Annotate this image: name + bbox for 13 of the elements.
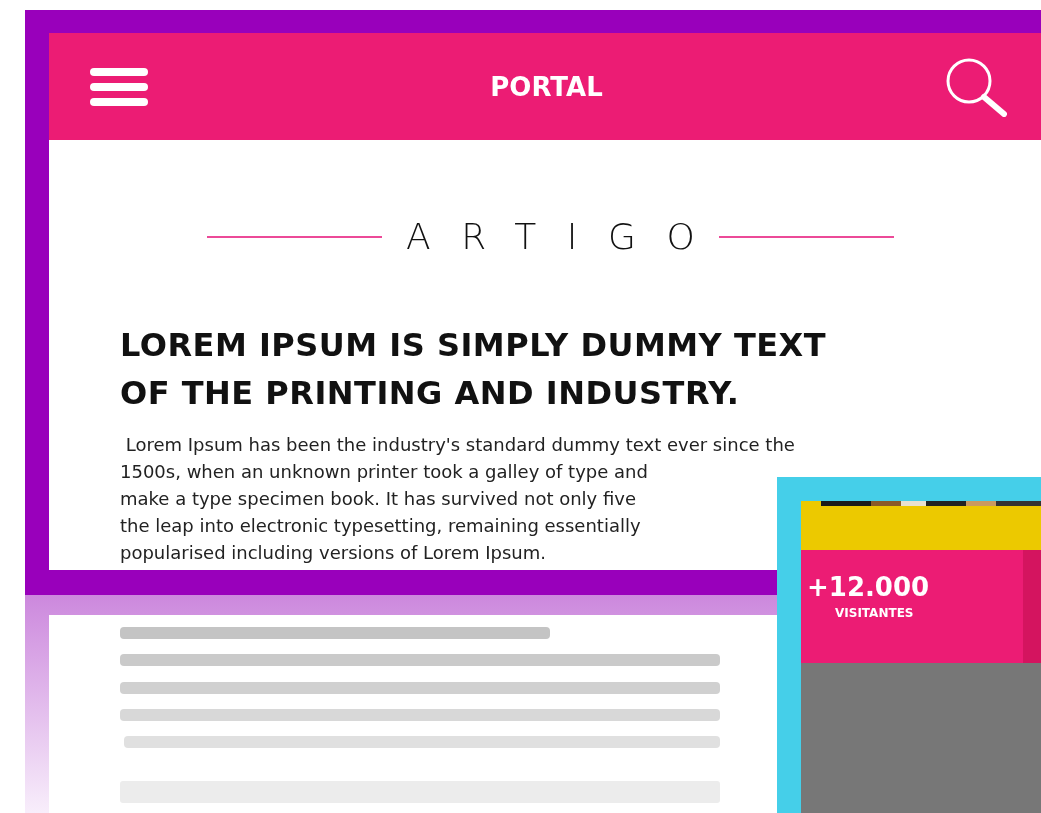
section-title: ARTIGO	[406, 216, 726, 257]
search-icon[interactable]	[945, 56, 1007, 117]
body-text: Lorem Ipsum has been the industry's standard dummy text ever since the	[124, 433, 795, 457]
body-text: popularised including versions of Lorem Ipsum.	[120, 541, 546, 565]
body-text: the leap into electronic typesetting, remaining essentially	[120, 514, 641, 538]
headline: LOREM IPSUM IS SIMPLY DUMMY TEXT	[120, 325, 828, 366]
headline: OF THE PRINTING AND INDUSTRY.	[120, 373, 741, 414]
app-title: PORTAL	[490, 71, 603, 102]
body-text: make a type specimen book. It has survived not only five	[120, 487, 637, 511]
stat-value: +12.000	[807, 572, 930, 602]
stat-label: VISITANTES	[835, 606, 914, 620]
body-text: 1500s, when an unknown printer took a galley of type and	[120, 460, 648, 484]
menu-icon[interactable]	[90, 67, 148, 106]
